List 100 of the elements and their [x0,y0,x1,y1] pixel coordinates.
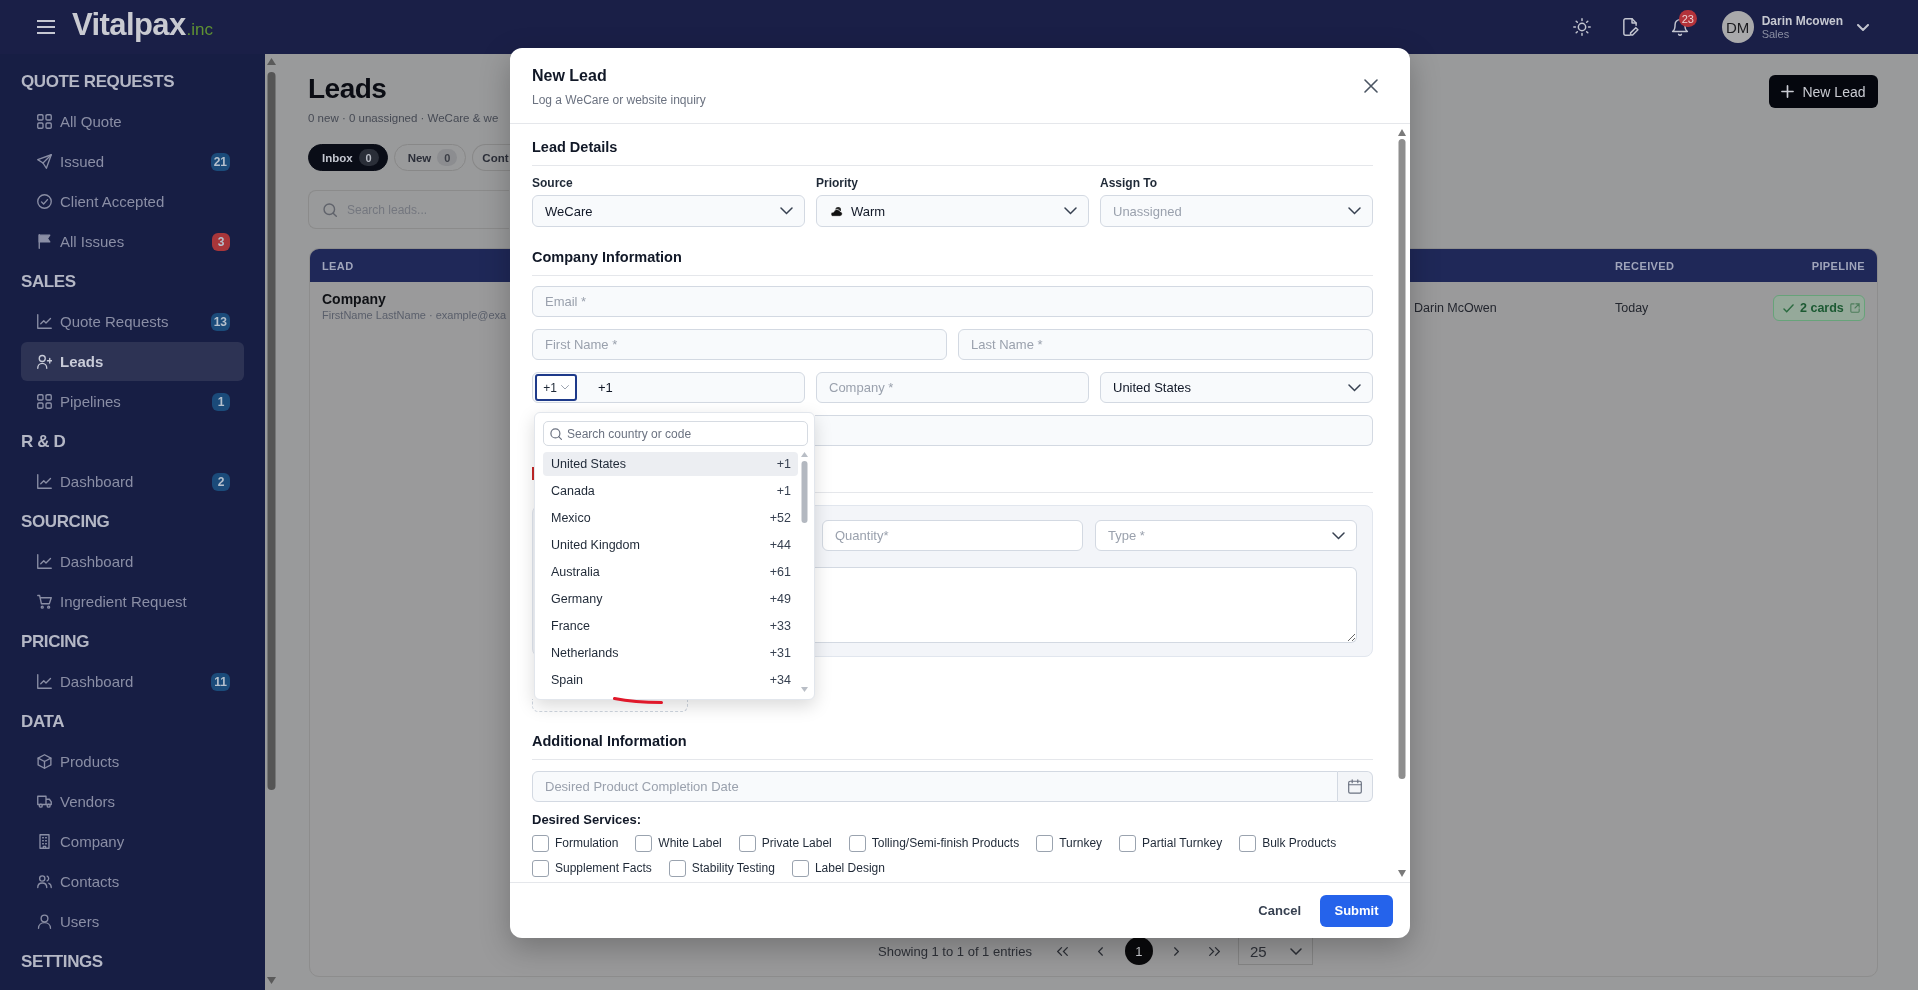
sidebar-item[interactable]: Client Accepted [21,182,244,221]
sun-icon[interactable] [1572,18,1591,36]
paper-plane-icon [37,154,52,169]
sidebar-item[interactable]: Leads [21,342,244,381]
checkbox[interactable] [848,834,866,852]
select-field[interactable]: WeCare [532,195,805,227]
checkbox[interactable] [668,859,686,877]
country-option[interactable]: Canada +1 [543,479,798,503]
input-field[interactable]: Last Name * [958,329,1373,360]
sidebar-item[interactable]: Ingredient Request [21,582,244,621]
checkbox[interactable] [1239,834,1257,852]
country-option[interactable]: Australia +61 [543,560,798,584]
sidebar-item[interactable]: Dashboard 11 [21,662,244,701]
new-lead-button[interactable]: New Lead [1769,75,1878,108]
logo[interactable]: Vitalpax.inc [72,6,213,48]
last-page-icon[interactable] [1209,946,1221,956]
input-field[interactable]: Company * [816,372,1089,403]
sidebar-item[interactable]: Dashboard [21,542,244,581]
textarea-field[interactable] [815,567,1357,643]
close-icon[interactable] [1364,79,1378,93]
sidebar-item[interactable]: Quote Requests 13 [21,302,244,341]
chevron-left-icon[interactable] [1098,946,1104,956]
country-option[interactable]: Mexico +52 [543,506,798,530]
cloud-sun-icon [829,205,843,217]
select-field[interactable]: United States [1100,372,1373,403]
chevron-down-icon[interactable] [1857,23,1869,31]
checkbox[interactable] [738,834,756,852]
scrollbar[interactable] [266,58,276,984]
search-field[interactable]: Search country or code [543,421,808,446]
checkbox[interactable] [532,834,549,852]
checkbox-label[interactable]: Stability Testing [691,861,775,875]
calendar-button[interactable] [1338,771,1373,802]
sidebar-item[interactable]: Dashboard 2 [21,462,244,501]
first-page-icon[interactable] [1057,946,1069,956]
search-icon [323,202,337,217]
sidebar-item[interactable]: Pipelines 1 [21,382,244,421]
user-plus-icon [37,354,52,369]
section-heading: QUOTE REQUESTS [20,71,176,93]
input-field[interactable]: Email * [532,286,1373,317]
company-name: Company [322,290,386,308]
input-field[interactable]: Quantity* [822,520,1083,551]
checkbox-label[interactable]: Bulk Products [1262,836,1337,850]
sidebar-item[interactable]: Contacts [21,862,244,901]
section-heading: DATA [20,711,66,733]
country-option[interactable]: Spain +34 [543,668,798,692]
chevron-down-icon [1289,947,1302,955]
sidebar-item[interactable]: Issued 21 [21,142,244,181]
country-option[interactable]: Germany +49 [543,587,798,611]
building-icon [37,834,52,849]
date-field[interactable]: Desired Product Completion Date [532,771,1338,802]
checkbox[interactable] [791,859,809,877]
checkbox[interactable] [1036,834,1054,852]
scrollbar[interactable] [1398,129,1406,877]
sidebar-item[interactable]: All Quote [21,102,244,141]
checkbox-label[interactable]: Partial Turnkey [1142,836,1223,850]
select-field[interactable]: Warm [816,195,1089,227]
owner-cell-text: Darin McOwen [1413,301,1497,315]
count-badge: 0 [358,149,379,166]
calendar-icon [1348,779,1362,794]
checkbox-label[interactable]: Label Design [814,861,885,875]
menu-icon[interactable] [37,20,55,34]
country-code-button[interactable]: +1 [535,374,577,401]
submit-button[interactable]: Submit [1320,894,1393,927]
page-title: Leads [308,72,388,106]
checkbox-label[interactable]: White Label [658,836,722,850]
country-option[interactable]: Netherlands +31 [543,641,798,665]
chevron-right-icon[interactable] [1174,946,1180,956]
tab[interactable]: Inbox 0 [308,144,388,171]
input-field[interactable] [815,415,1373,446]
annotation-stroke [613,696,663,705]
checkbox-label[interactable]: Turnkey [1059,836,1103,850]
column-header: PIPELINE [1811,259,1865,272]
chevron-down-icon [1064,207,1077,215]
checkbox[interactable] [1119,834,1137,852]
line-chart-icon [37,314,52,329]
document-edit-icon[interactable] [1621,18,1640,36]
country-option[interactable]: United Kingdom +44 [543,533,798,557]
check-circle-icon [37,194,52,209]
section-heading: SALES [20,271,77,293]
phone-field[interactable]: +1 +1 [532,372,805,403]
checkbox-label[interactable]: Supplement Facts [555,861,652,875]
scrollbar[interactable] [801,452,808,692]
checkbox[interactable] [532,859,549,877]
country-option[interactable]: France +33 [543,614,798,638]
cancel-button[interactable]: Cancel [1258,903,1301,918]
avatar[interactable]: DM [1721,11,1754,43]
sidebar-item[interactable]: Users [21,902,244,941]
sidebar-item[interactable]: Company [21,822,244,861]
checkbox-label[interactable]: Tolling/Semi-finish Products [871,836,1020,850]
sidebar-item[interactable]: Vendors [21,782,244,821]
page-button[interactable]: 1 [1124,937,1153,965]
field-label: Source [532,175,574,191]
input-field[interactable]: First Name * [532,329,947,360]
checkbox[interactable] [635,834,653,852]
checkbox-label[interactable]: Private Label [761,836,832,850]
sidebar-item[interactable]: Products [21,742,244,781]
search-icon [550,427,562,440]
checkbox-label[interactable]: Formulation [555,836,619,850]
sidebar-item[interactable]: All Issues 3 [21,222,244,261]
country-option[interactable]: United States +1 [543,452,798,476]
